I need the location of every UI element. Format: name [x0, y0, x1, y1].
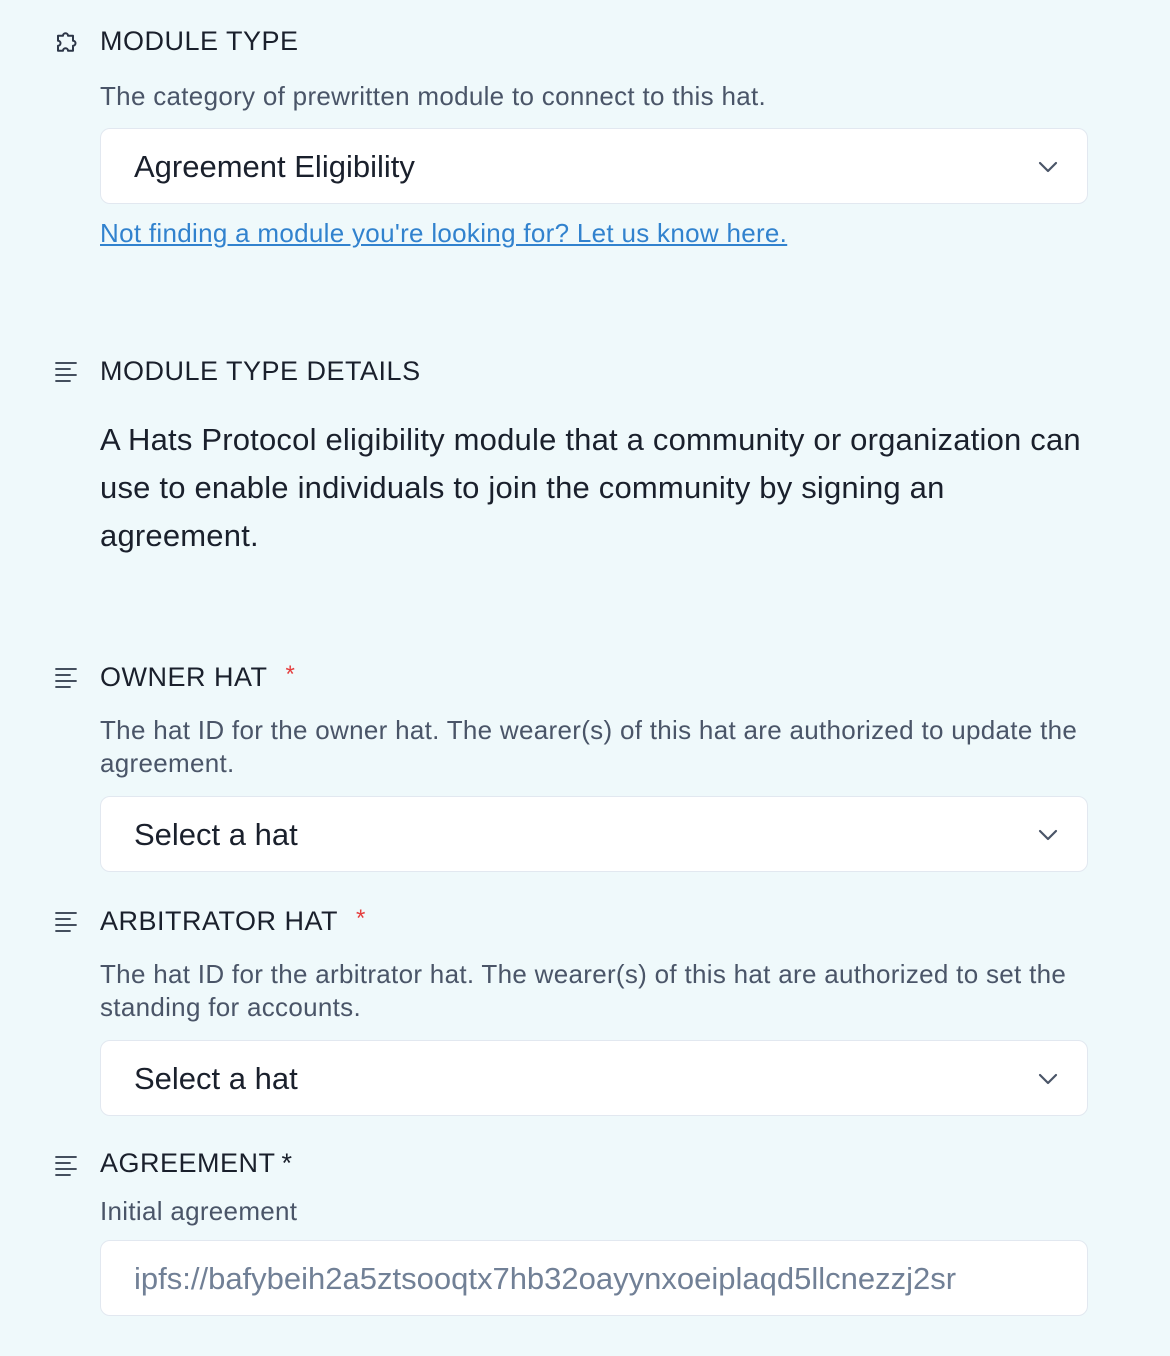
- owner-hat-select[interactable]: Select a hat: [100, 796, 1088, 872]
- arbitrator-hat-description: The hat ID for the arbitrator hat. The w…: [100, 959, 1067, 1022]
- agreement-input-placeholder: ipfs://bafybeih2a5ztsooqtx7hb32oayynxoei…: [134, 1261, 957, 1296]
- arbitrator-hat-label-text: ARBITRATOR HAT: [100, 906, 339, 936]
- agreement-label: AGREEMENT *: [100, 1148, 293, 1179]
- owner-hat-label: OWNER HAT *: [100, 661, 295, 693]
- owner-hat-selected-value: Select a hat: [134, 817, 298, 852]
- text-align-left-icon: [52, 662, 84, 694]
- text-align-left-icon: [52, 906, 84, 938]
- agreement-input[interactable]: ipfs://bafybeih2a5ztsooqtx7hb32oayynxoei…: [100, 1240, 1088, 1316]
- puzzle-icon: [52, 26, 84, 58]
- module-type-select[interactable]: Agreement Eligibility: [100, 128, 1088, 204]
- module-request-link[interactable]: Not finding a module you're looking for?…: [100, 218, 787, 249]
- required-indicator: *: [281, 1148, 293, 1178]
- module-type-label: MODULE TYPE: [100, 26, 299, 56]
- module-type-details-body: A Hats Protocol eligibility module that …: [100, 422, 1081, 553]
- chevron-down-icon: [1038, 829, 1058, 841]
- owner-hat-label-text: OWNER HAT: [100, 662, 268, 692]
- required-indicator: *: [285, 661, 296, 688]
- module-type-description: The category of prewritten module to con…: [100, 81, 767, 111]
- text-align-left-icon: [52, 1150, 84, 1182]
- module-type-selected-value: Agreement Eligibility: [134, 149, 415, 184]
- text-align-left-icon: [52, 356, 84, 388]
- module-type-details-label: MODULE TYPE DETAILS: [100, 356, 421, 386]
- arbitrator-hat-label: ARBITRATOR HAT *: [100, 905, 366, 937]
- agreement-label-text: AGREEMENT: [100, 1148, 276, 1178]
- chevron-down-icon: [1038, 161, 1058, 173]
- required-indicator: *: [356, 905, 366, 932]
- agreement-description: Initial agreement: [100, 1196, 298, 1226]
- arbitrator-hat-selected-value: Select a hat: [134, 1061, 298, 1096]
- owner-hat-description: The hat ID for the owner hat. The wearer…: [100, 715, 1078, 778]
- arbitrator-hat-select[interactable]: Select a hat: [100, 1040, 1088, 1116]
- chevron-down-icon: [1038, 1073, 1058, 1085]
